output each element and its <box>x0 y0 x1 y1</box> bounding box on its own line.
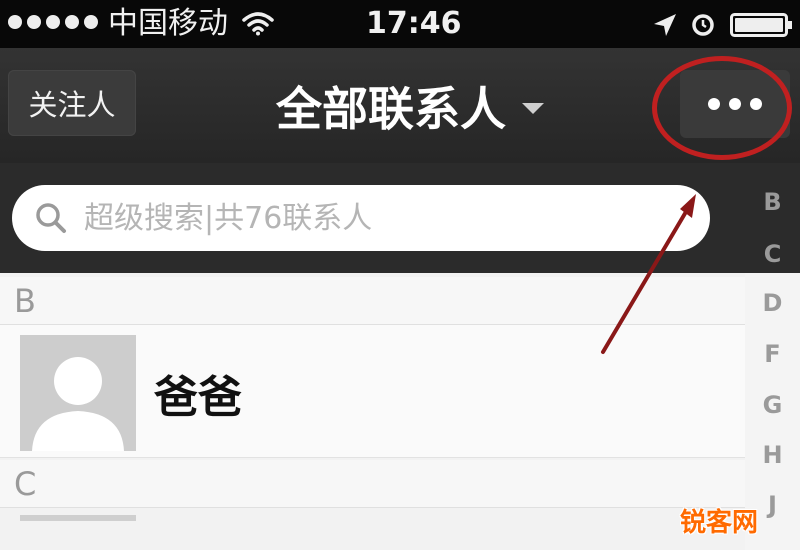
index-letter-g[interactable]: G <box>745 391 800 419</box>
location-arrow-icon <box>654 14 676 36</box>
nav-title-dropdown[interactable]: 全部联系人 <box>276 76 544 136</box>
status-time: 17:46 <box>366 6 462 41</box>
alarm-icon <box>692 14 714 36</box>
index-letter-h[interactable]: H <box>745 441 800 469</box>
index-letter-f[interactable]: F <box>745 340 800 368</box>
alphabet-index-bar[interactable]: B C D F G H J <box>745 163 800 550</box>
index-letter-b[interactable]: B <box>745 188 800 216</box>
follow-button[interactable]: 关注人 <box>8 70 136 136</box>
search-icon <box>36 203 66 233</box>
battery-icon <box>730 13 792 37</box>
page-title: 全部联系人 <box>276 82 506 136</box>
watermark-text: 锐客网 <box>680 508 759 538</box>
section-header-c: C <box>0 460 745 508</box>
search-input[interactable] <box>82 199 686 237</box>
index-letter-c[interactable]: C <box>745 240 800 268</box>
wifi-icon <box>242 12 274 36</box>
signal-dots-icon <box>8 15 98 29</box>
search-box[interactable] <box>12 185 710 251</box>
carrier-label: 中国移动 <box>108 6 228 41</box>
partial-contact-avatar <box>20 515 136 521</box>
index-letter-d[interactable]: D <box>745 289 800 317</box>
caret-down-icon <box>522 102 544 114</box>
search-area <box>0 163 745 273</box>
annotation-circle <box>652 56 792 160</box>
status-bar: 中国移动 17:46 <box>0 0 800 48</box>
section-header-b: B <box>0 277 745 325</box>
contact-name: 爸爸 <box>154 372 242 423</box>
contact-row[interactable]: 爸爸 <box>0 325 745 458</box>
default-avatar-icon <box>20 335 136 451</box>
